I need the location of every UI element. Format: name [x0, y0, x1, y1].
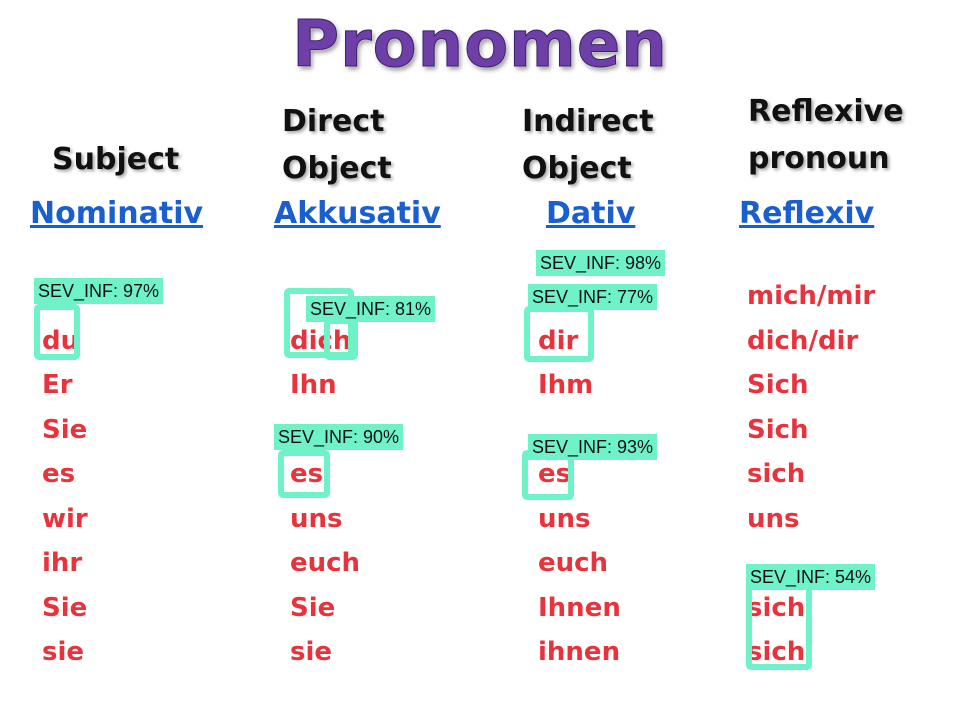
category-direct-line1: Direct — [282, 104, 385, 139]
category-subject: Subject — [52, 142, 180, 177]
pronoun-cell: uns — [538, 503, 591, 534]
detection-label: SEV_INF: 77% — [528, 284, 658, 310]
pronoun-cell: ihr — [42, 548, 83, 578]
detection-box — [278, 450, 330, 498]
pronoun-cell: Ihnen — [538, 592, 621, 623]
detection-label: SEV_INF: 98% — [536, 250, 666, 276]
case-link-nominativ[interactable]: Nominativ — [30, 196, 203, 231]
category-reflexive-line2: pronoun — [748, 141, 890, 176]
detection-label: SEV_INF: 93% — [528, 434, 658, 460]
category-indirect-line1: Indirect — [522, 104, 654, 139]
pronoun-cell: Ihm — [538, 370, 594, 400]
case-link-reflexiv[interactable]: Reflexiv — [739, 196, 874, 231]
pronoun-cell: Sie — [42, 414, 88, 445]
pronoun-cell: sich — [747, 459, 806, 489]
pronoun-cell: es — [42, 459, 76, 489]
pronoun-cell: Ihn — [290, 370, 337, 400]
category-direct-line2: Object — [282, 151, 392, 186]
pronoun-cell: sie — [42, 637, 85, 667]
detection-box — [524, 306, 594, 362]
case-link-dativ[interactable]: Dativ — [546, 196, 635, 231]
pronoun-cell: Sich — [747, 414, 809, 445]
category-direct-object: Direct Object — [282, 98, 392, 192]
page-title: Pronomen — [292, 8, 668, 83]
pronoun-cell: wir — [42, 503, 88, 534]
detection-box — [34, 304, 80, 360]
pronoun-cell: uns — [747, 503, 800, 534]
pronoun-cell: Sie — [42, 592, 88, 623]
pronoun-cell: Er — [42, 370, 73, 400]
category-indirect-object: Indirect Object — [522, 98, 654, 192]
category-reflexive-pronoun: Reflexive pronoun — [748, 88, 904, 182]
detection-box — [324, 318, 358, 360]
pronoun-cell: ihnen — [538, 637, 621, 667]
pronoun-cell: euch — [290, 548, 361, 578]
detection-label: SEV_INF: 81% — [306, 296, 436, 322]
case-link-akkusativ[interactable]: Akkusativ — [274, 196, 441, 231]
detection-label: SEV_INF: 54% — [746, 564, 876, 590]
pronoun-cell: sie — [290, 637, 333, 667]
pronoun-cell: euch — [538, 548, 609, 578]
pronoun-cell: Sich — [747, 370, 809, 400]
pronoun-cell: Sie — [290, 592, 336, 623]
pronoun-cell: dich/dir — [747, 325, 859, 356]
pronoun-cell: mich/mir — [747, 281, 876, 311]
pronoun-cell: uns — [290, 503, 343, 534]
detection-label: SEV_INF: 97% — [34, 278, 164, 304]
category-indirect-line2: Object — [522, 151, 632, 186]
detection-box — [746, 580, 812, 670]
detection-label: SEV_INF: 90% — [274, 424, 404, 450]
category-reflexive-line1: Reflexive — [748, 94, 904, 129]
